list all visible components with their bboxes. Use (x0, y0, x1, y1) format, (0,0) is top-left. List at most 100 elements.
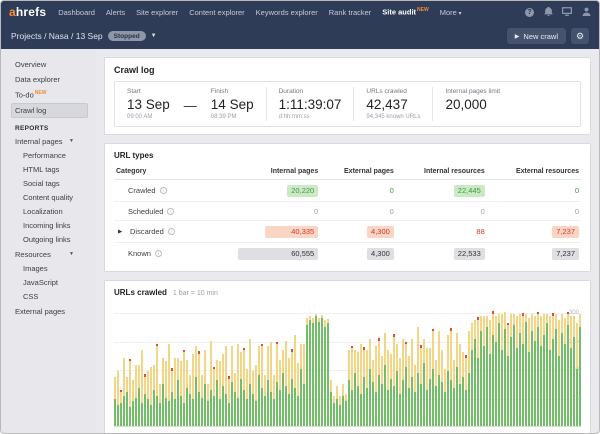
ahrefs-logo[interactable]: ahrefs (9, 5, 46, 19)
monitor-icon[interactable] (562, 7, 572, 18)
chart-bar[interactable] (483, 316, 485, 426)
chart-bar[interactable] (300, 344, 302, 426)
chart-bar[interactable] (576, 323, 578, 426)
chart-bar[interactable] (273, 375, 275, 426)
chart-bar[interactable] (513, 314, 515, 426)
chart-bar[interactable] (438, 331, 440, 426)
chart-bar[interactable] (138, 365, 140, 426)
chart-bar[interactable] (207, 384, 209, 426)
chart-bar[interactable] (489, 320, 491, 426)
chart-bar[interactable] (225, 346, 227, 426)
sidebar-item-outgoing-links[interactable]: Outgoing links (11, 233, 96, 247)
chart-bar[interactable] (168, 344, 170, 426)
chart-bar[interactable] (165, 361, 167, 426)
chart-bar[interactable] (525, 314, 527, 426)
chart-bar[interactable] (231, 346, 233, 426)
settings-gear-button[interactable]: ⚙ (571, 28, 589, 44)
chart-bar[interactable] (126, 377, 128, 426)
chart-bar[interactable] (213, 367, 215, 426)
chart-bar[interactable] (498, 314, 500, 426)
chart-bar[interactable] (372, 360, 374, 426)
chart-bar[interactable] (570, 316, 572, 426)
chart-bar[interactable] (123, 358, 125, 426)
chart-bar[interactable] (516, 316, 518, 426)
chart-bar[interactable] (258, 346, 260, 426)
sidebar-item-to-do[interactable]: To-doNEW (11, 87, 88, 103)
chart-bar[interactable] (198, 351, 200, 426)
chart-bar[interactable] (318, 318, 320, 426)
chart-bar[interactable] (423, 339, 425, 426)
sidebar-item-resources[interactable]: Resources▼ (11, 247, 88, 262)
chevron-down-icon[interactable]: ▼ (69, 251, 74, 257)
chart-bar[interactable] (567, 312, 569, 426)
chart-bar[interactable] (183, 350, 185, 426)
chart-bar[interactable] (354, 350, 356, 426)
chart-bar[interactable] (510, 314, 512, 426)
chart-bar[interactable] (474, 320, 476, 426)
chart-bar[interactable] (444, 369, 446, 426)
chart-bar[interactable] (156, 344, 158, 426)
chart-bar[interactable] (276, 342, 278, 426)
chart-bar[interactable] (384, 333, 386, 426)
chevron-down-icon[interactable]: ▼ (151, 33, 157, 39)
chart-bar[interactable] (564, 318, 566, 426)
chart-bar[interactable] (381, 356, 383, 426)
chart-bar[interactable] (120, 390, 122, 426)
sidebar-item-images[interactable]: Images (11, 262, 96, 276)
chart-bar[interactable] (558, 320, 560, 426)
chart-bar[interactable] (150, 367, 152, 426)
chart-bar[interactable] (390, 354, 392, 426)
chart-bar[interactable] (393, 334, 395, 426)
nav-item-keywords-explorer[interactable]: Keywords explorer (256, 8, 318, 17)
chart-bar[interactable] (195, 346, 197, 426)
chart-bar[interactable] (486, 316, 488, 426)
chart-bar[interactable] (174, 358, 176, 426)
sidebar-item-overview[interactable]: Overview (11, 57, 88, 72)
sidebar-item-html-tags[interactable]: HTML tags (11, 163, 96, 177)
chart-bar[interactable] (144, 374, 146, 426)
info-icon[interactable]: i (155, 250, 162, 257)
chart-bar[interactable] (477, 317, 479, 426)
chart-bar[interactable] (387, 350, 389, 426)
bell-icon[interactable] (543, 7, 553, 18)
chart-bar[interactable] (186, 360, 188, 427)
chart-bar[interactable] (177, 358, 179, 426)
chevron-down-icon[interactable]: ▼ (69, 138, 74, 144)
chart-bar[interactable] (321, 315, 323, 426)
sidebar-item-content-quality[interactable]: Content quality (11, 191, 96, 205)
chart-bar[interactable] (459, 344, 461, 426)
chart-bar[interactable] (288, 358, 290, 426)
chart-bar[interactable] (534, 316, 536, 426)
chart-bar[interactable] (234, 373, 236, 426)
chart-bar[interactable] (246, 369, 248, 426)
chart-bar[interactable] (360, 344, 362, 426)
chart-bar[interactable] (378, 338, 380, 426)
chart-bar[interactable] (519, 314, 521, 426)
chart-bar[interactable] (117, 371, 119, 426)
info-icon[interactable]: i (168, 228, 175, 235)
chart-bar[interactable] (537, 312, 539, 426)
chart-bar[interactable] (297, 363, 299, 426)
chart-bar[interactable] (342, 384, 344, 426)
nav-item-more[interactable]: More ▾ (440, 8, 462, 17)
chart-bar[interactable] (339, 396, 341, 426)
chart-bar[interactable] (432, 329, 434, 426)
user-icon[interactable] (581, 7, 591, 18)
chart-bar[interactable] (171, 368, 173, 426)
chart-bar[interactable] (315, 314, 317, 426)
sidebar-item-performance[interactable]: Performance (11, 149, 96, 163)
chart-bar[interactable] (237, 344, 239, 426)
chart-bar[interactable] (330, 380, 332, 426)
chart-bar[interactable] (327, 319, 329, 426)
chart-bar[interactable] (450, 328, 452, 426)
chart-bar[interactable] (351, 346, 353, 426)
sidebar-item-data-explorer[interactable]: Data explorer (11, 72, 88, 87)
chart-bar[interactable] (369, 339, 371, 426)
sidebar-item-crawl-log[interactable]: Crawl log (11, 103, 88, 118)
chart-bar[interactable] (540, 316, 542, 426)
chart-bar[interactable] (216, 360, 218, 426)
chart-bar[interactable] (408, 356, 410, 426)
chart-bar[interactable] (324, 320, 326, 426)
crawl-chart[interactable]: 75150225300 (114, 303, 581, 427)
chart-bar[interactable] (222, 354, 224, 426)
